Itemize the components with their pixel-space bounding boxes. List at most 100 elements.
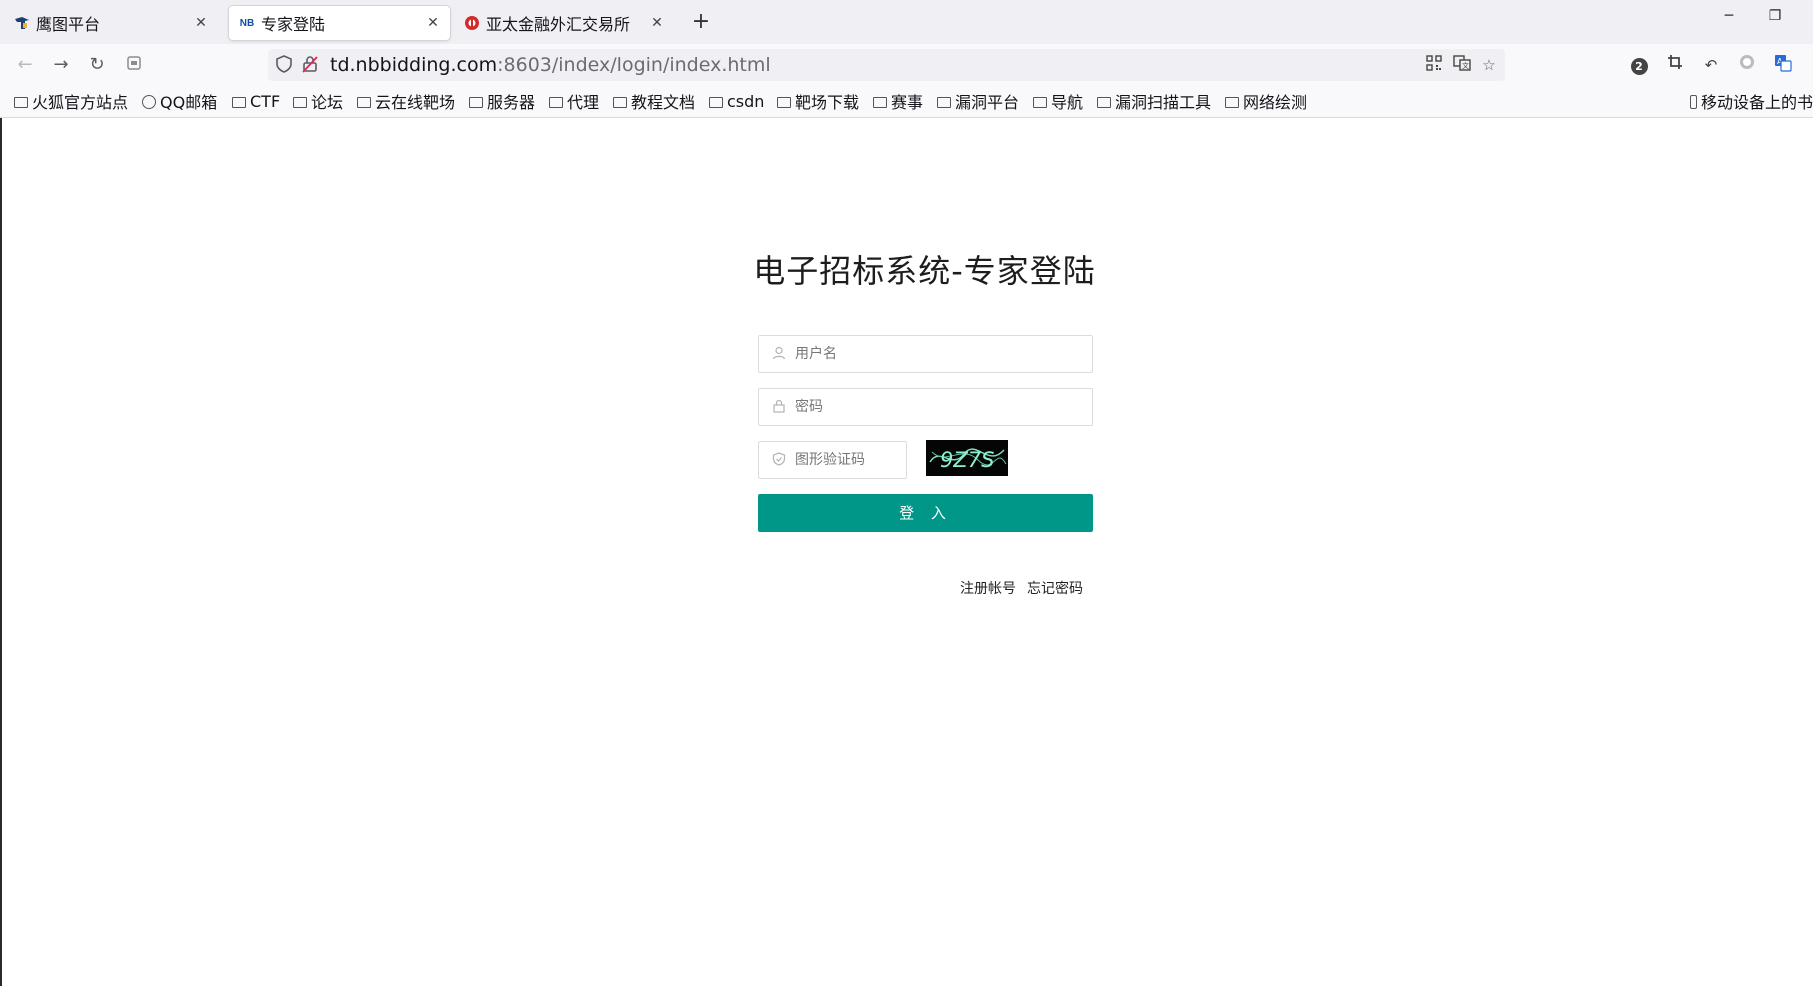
notification-badge-icon[interactable]: 2 [1628,54,1650,76]
mobile-bookmarks[interactable]: 移动设备上的书 [1690,90,1813,112]
shield-icon[interactable] [274,55,294,75]
folder-icon [777,96,791,108]
home-icon[interactable] [121,52,147,78]
hunter-logo-icon [14,15,30,31]
mobile-device-icon [1690,95,1697,109]
translate-icon[interactable]: 文 [1452,55,1472,75]
username-field[interactable] [758,335,1093,373]
folder-icon [469,96,483,108]
login-button[interactable]: 登 入 [758,494,1093,532]
bookmark-item[interactable]: 代理 [549,90,599,112]
bookmark-item[interactable]: 教程文档 [613,90,695,112]
crop-icon[interactable] [1664,54,1686,76]
notification-count: 2 [1630,58,1648,75]
bookmark-item[interactable]: 漏洞扫描工具 [1097,90,1211,112]
bookmark-item[interactable]: 网络绘测 [1225,90,1307,112]
restore-icon[interactable]: ❐ [1760,8,1790,34]
bookmark-label: csdn [727,91,765,111]
password-input[interactable] [795,389,1084,425]
folder-icon [937,96,951,108]
qr-code-icon[interactable] [1424,55,1444,75]
undo-icon[interactable]: ↶ [1700,54,1722,76]
captcha-field[interactable] [758,441,907,479]
captcha-image[interactable]: 9Z7S [926,440,1008,476]
address-bar[interactable]: td.nbbidding.com:8603/index/login/index.… [268,49,1505,81]
bookmark-item[interactable]: csdn [709,90,764,112]
globe-icon [142,95,156,109]
folder-icon [293,96,307,108]
bookmark-item[interactable]: CTF [232,90,280,112]
bookmark-label: CTF [250,91,281,111]
insecure-lock-icon[interactable] [300,55,320,75]
back-arrow-icon[interactable]: ← [12,52,38,78]
bookmark-label: 导航 [1051,93,1084,112]
nb-logo-icon: NB [239,17,255,29]
bookmark-label: 网络绘测 [1243,93,1308,112]
password-field[interactable] [758,388,1093,426]
bookmark-label: 赛事 [891,93,924,112]
tab-title: 专家登陆 [261,15,326,34]
page-content: 电子招标系统-专家登陆 9Z7S 登 入 注册帐号 忘记密码 [0,118,1813,986]
url-text: td.nbbidding.com:8603/index/login/index.… [330,54,771,76]
close-icon[interactable]: ✕ [648,15,666,31]
login-title: 电子招标系统-专家登陆 [753,252,1096,290]
minimize-icon[interactable]: ─ [1714,8,1744,34]
bookmark-item[interactable]: 漏洞平台 [937,90,1019,112]
bookmark-label: 移动设备上的书 [1700,93,1813,112]
forgot-password-link[interactable]: 忘记密码 [1027,578,1083,598]
username-input[interactable] [795,336,1084,372]
url-domain: td.nbbidding.com [330,54,498,76]
svg-text:文: 文 [1462,61,1469,70]
user-icon [771,346,787,362]
folder-icon [232,96,246,108]
captcha-input[interactable] [795,442,898,478]
red-circle-logo-icon [464,15,480,31]
bookmark-item[interactable]: QQ邮箱 [142,90,217,112]
folder-icon [14,96,28,108]
bookmark-label: 教程文档 [631,93,696,112]
register-link[interactable]: 注册帐号 [960,578,1016,598]
folder-icon [709,96,723,108]
tab-hunter[interactable]: 鹰图平台 ✕ [4,6,218,40]
bookmark-label: 云在线靶场 [375,93,456,112]
tab-apfx[interactable]: 亚太金融外汇交易所 ✕ [454,6,674,40]
bookmark-label: 代理 [567,93,600,112]
folder-icon [357,96,371,108]
bookmark-label: 火狐官方站点 [32,93,129,112]
tab-title: 亚太金融外汇交易所 [486,15,631,34]
folder-icon [1097,96,1111,108]
close-icon[interactable]: ✕ [192,15,210,31]
tab-strip: 鹰图平台 ✕ NB 专家登陆 ✕ 亚太金融外汇交易所 ✕ + ─ ❐ [0,0,1813,44]
bookmarks-toolbar: 火狐官方站点 QQ邮箱 CTF 论坛 云在线靶场 服务器 代理 教程文档 csd… [0,84,1813,118]
bookmark-label: 服务器 [487,93,536,112]
tab-expert-login[interactable]: NB 专家登陆 ✕ [229,6,450,40]
bookmark-item[interactable]: 论坛 [293,90,343,112]
reload-icon[interactable]: ↻ [84,52,110,78]
lock-icon [771,399,787,415]
url-path: :8603/index/login/index.html [497,54,771,76]
close-icon[interactable]: ✕ [424,15,442,31]
folder-icon [1033,96,1047,108]
navigation-toolbar: ← → ↻ td.nbbidding.com:8603/index/login/… [0,44,1813,84]
bookmark-label: 漏洞扫描工具 [1115,93,1212,112]
folder-icon [1225,96,1239,108]
bookmark-item[interactable]: 云在线靶场 [357,90,455,112]
extension-circle-icon[interactable] [1736,54,1758,76]
translate-extension-icon[interactable]: A [1772,54,1794,76]
bookmark-label: 论坛 [311,93,344,112]
tab-title: 鹰图平台 [36,15,101,34]
new-tab-button[interactable]: + [688,10,714,36]
folder-icon [613,96,627,108]
shield-check-icon [771,452,787,468]
bookmark-item[interactable]: 导航 [1033,90,1083,112]
forward-arrow-icon[interactable]: → [48,52,74,78]
bookmark-star-icon[interactable]: ☆ [1479,55,1499,75]
bookmark-item[interactable]: 火狐官方站点 [14,90,128,112]
folder-icon [873,96,887,108]
bookmark-label: QQ邮箱 [160,93,218,112]
bookmark-item[interactable]: 靶场下载 [777,90,859,112]
bookmark-item[interactable]: 赛事 [873,90,923,112]
bookmark-item[interactable]: 服务器 [469,90,535,112]
folder-icon [549,96,563,108]
bookmark-label: 靶场下载 [795,93,860,112]
